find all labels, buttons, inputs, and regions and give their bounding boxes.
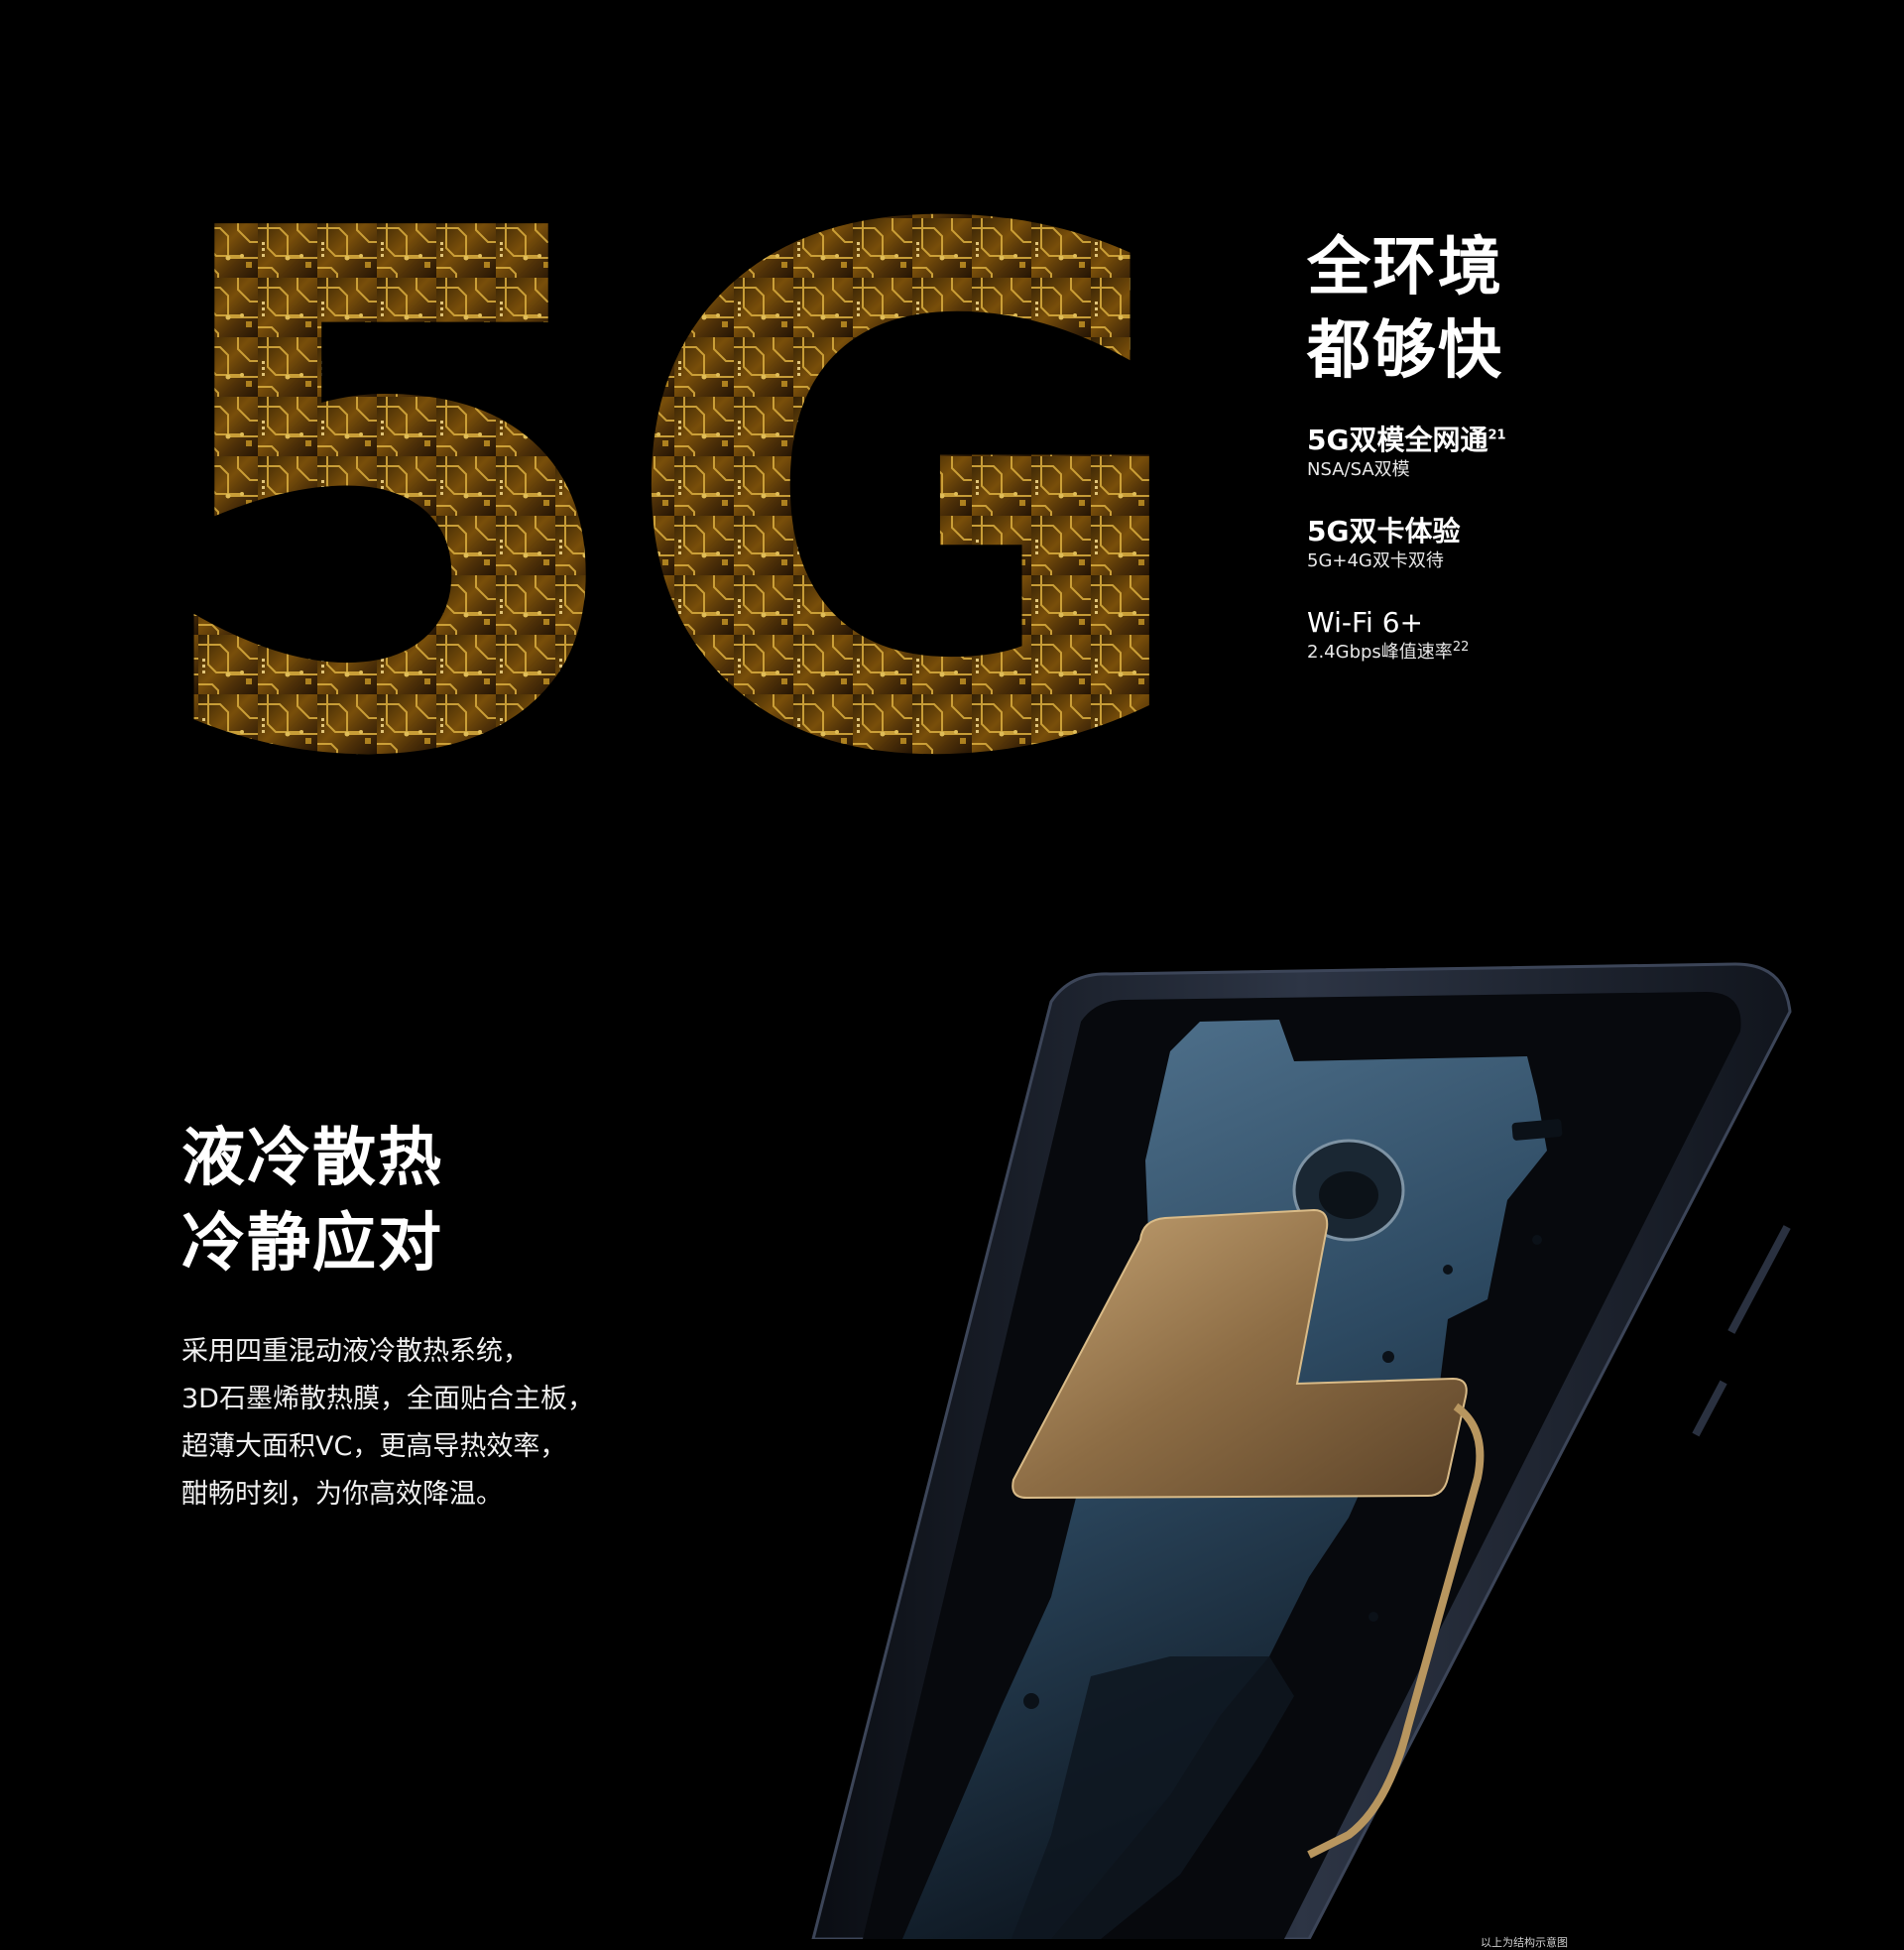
spec-title: 5G双模全网通21: [1307, 423, 1823, 458]
cooling-headline: 液冷散热 冷静应对: [181, 1116, 737, 1286]
network-spec-list: 5G双模全网通21 NSA/SA双模 5G双卡体验 5G+4G双卡双待 Wi-F…: [1307, 423, 1823, 665]
spec-title-text: 5G双模全网通: [1307, 424, 1488, 456]
cooling-text-block: 液冷散热 冷静应对 采用四重混动液冷散热系统， 3D石墨烯散热膜，全面贴合主板，…: [181, 1116, 737, 1519]
illustration-footnote: 以上为结构示意图: [1481, 1936, 1568, 1949]
network-headline-line-1: 全环境: [1307, 231, 1503, 305]
spec-title: Wi-Fi 6+: [1307, 606, 1423, 639]
spec-subtitle: NSA/SA双模: [1307, 459, 1410, 480]
spec-subtitle-text: 2.4Gbps峰值速率: [1307, 642, 1453, 663]
footnote-ref: 21: [1488, 427, 1506, 443]
cooling-headline-line-2: 冷静应对: [181, 1207, 443, 1280]
network-headline: 全环境 都够快: [1307, 226, 1823, 393]
cooling-description: 采用四重混动液冷散热系统， 3D石墨烯散热膜，全面贴合主板， 超薄大面积VC，更…: [181, 1328, 737, 1519]
spec-dual-sim: 5G双卡体验 5G+4G双卡双待: [1307, 514, 1823, 573]
spec-title: 5G双卡体验: [1307, 515, 1461, 548]
phone-cooling-illustration: [754, 962, 1805, 1939]
spec-wifi: Wi-Fi 6+ 2.4Gbps峰值速率22: [1307, 605, 1823, 665]
network-headline-line-2: 都够快: [1307, 314, 1503, 388]
spec-dual-mode: 5G双模全网通21 NSA/SA双模: [1307, 423, 1823, 482]
5g-section: 5G 5G 全环境 都够快 5G双模全网通21 NSA/SA双模 5G双卡体验 …: [0, 0, 1904, 893]
footnote-ref: 22: [1452, 640, 1470, 655]
network-feature-block: 全环境 都够快 5G双模全网通21 NSA/SA双模 5G双卡体验 5G+4G双…: [1307, 226, 1823, 696]
spec-subtitle: 5G+4G双卡双待: [1307, 550, 1444, 571]
cooling-section: 液冷散热 冷静应对 采用四重混动液冷散热系统， 3D石墨烯散热膜，全面贴合主板，…: [0, 893, 1904, 1949]
cooling-description-line: 酣畅时刻，为你高效降温。: [181, 1479, 503, 1510]
cooling-headline-line-1: 液冷散热: [181, 1122, 443, 1195]
cooling-description-line: 采用四重混动液冷散热系统，: [181, 1336, 530, 1367]
big-5g-graphic: 5G 5G: [139, 99, 1170, 774]
cooling-description-line: 3D石墨烯散热膜，全面贴合主板，: [181, 1384, 594, 1414]
spec-subtitle: 2.4Gbps峰值速率22: [1307, 641, 1823, 665]
cooling-description-line: 超薄大面积VC，更高导热效率，: [181, 1431, 567, 1462]
